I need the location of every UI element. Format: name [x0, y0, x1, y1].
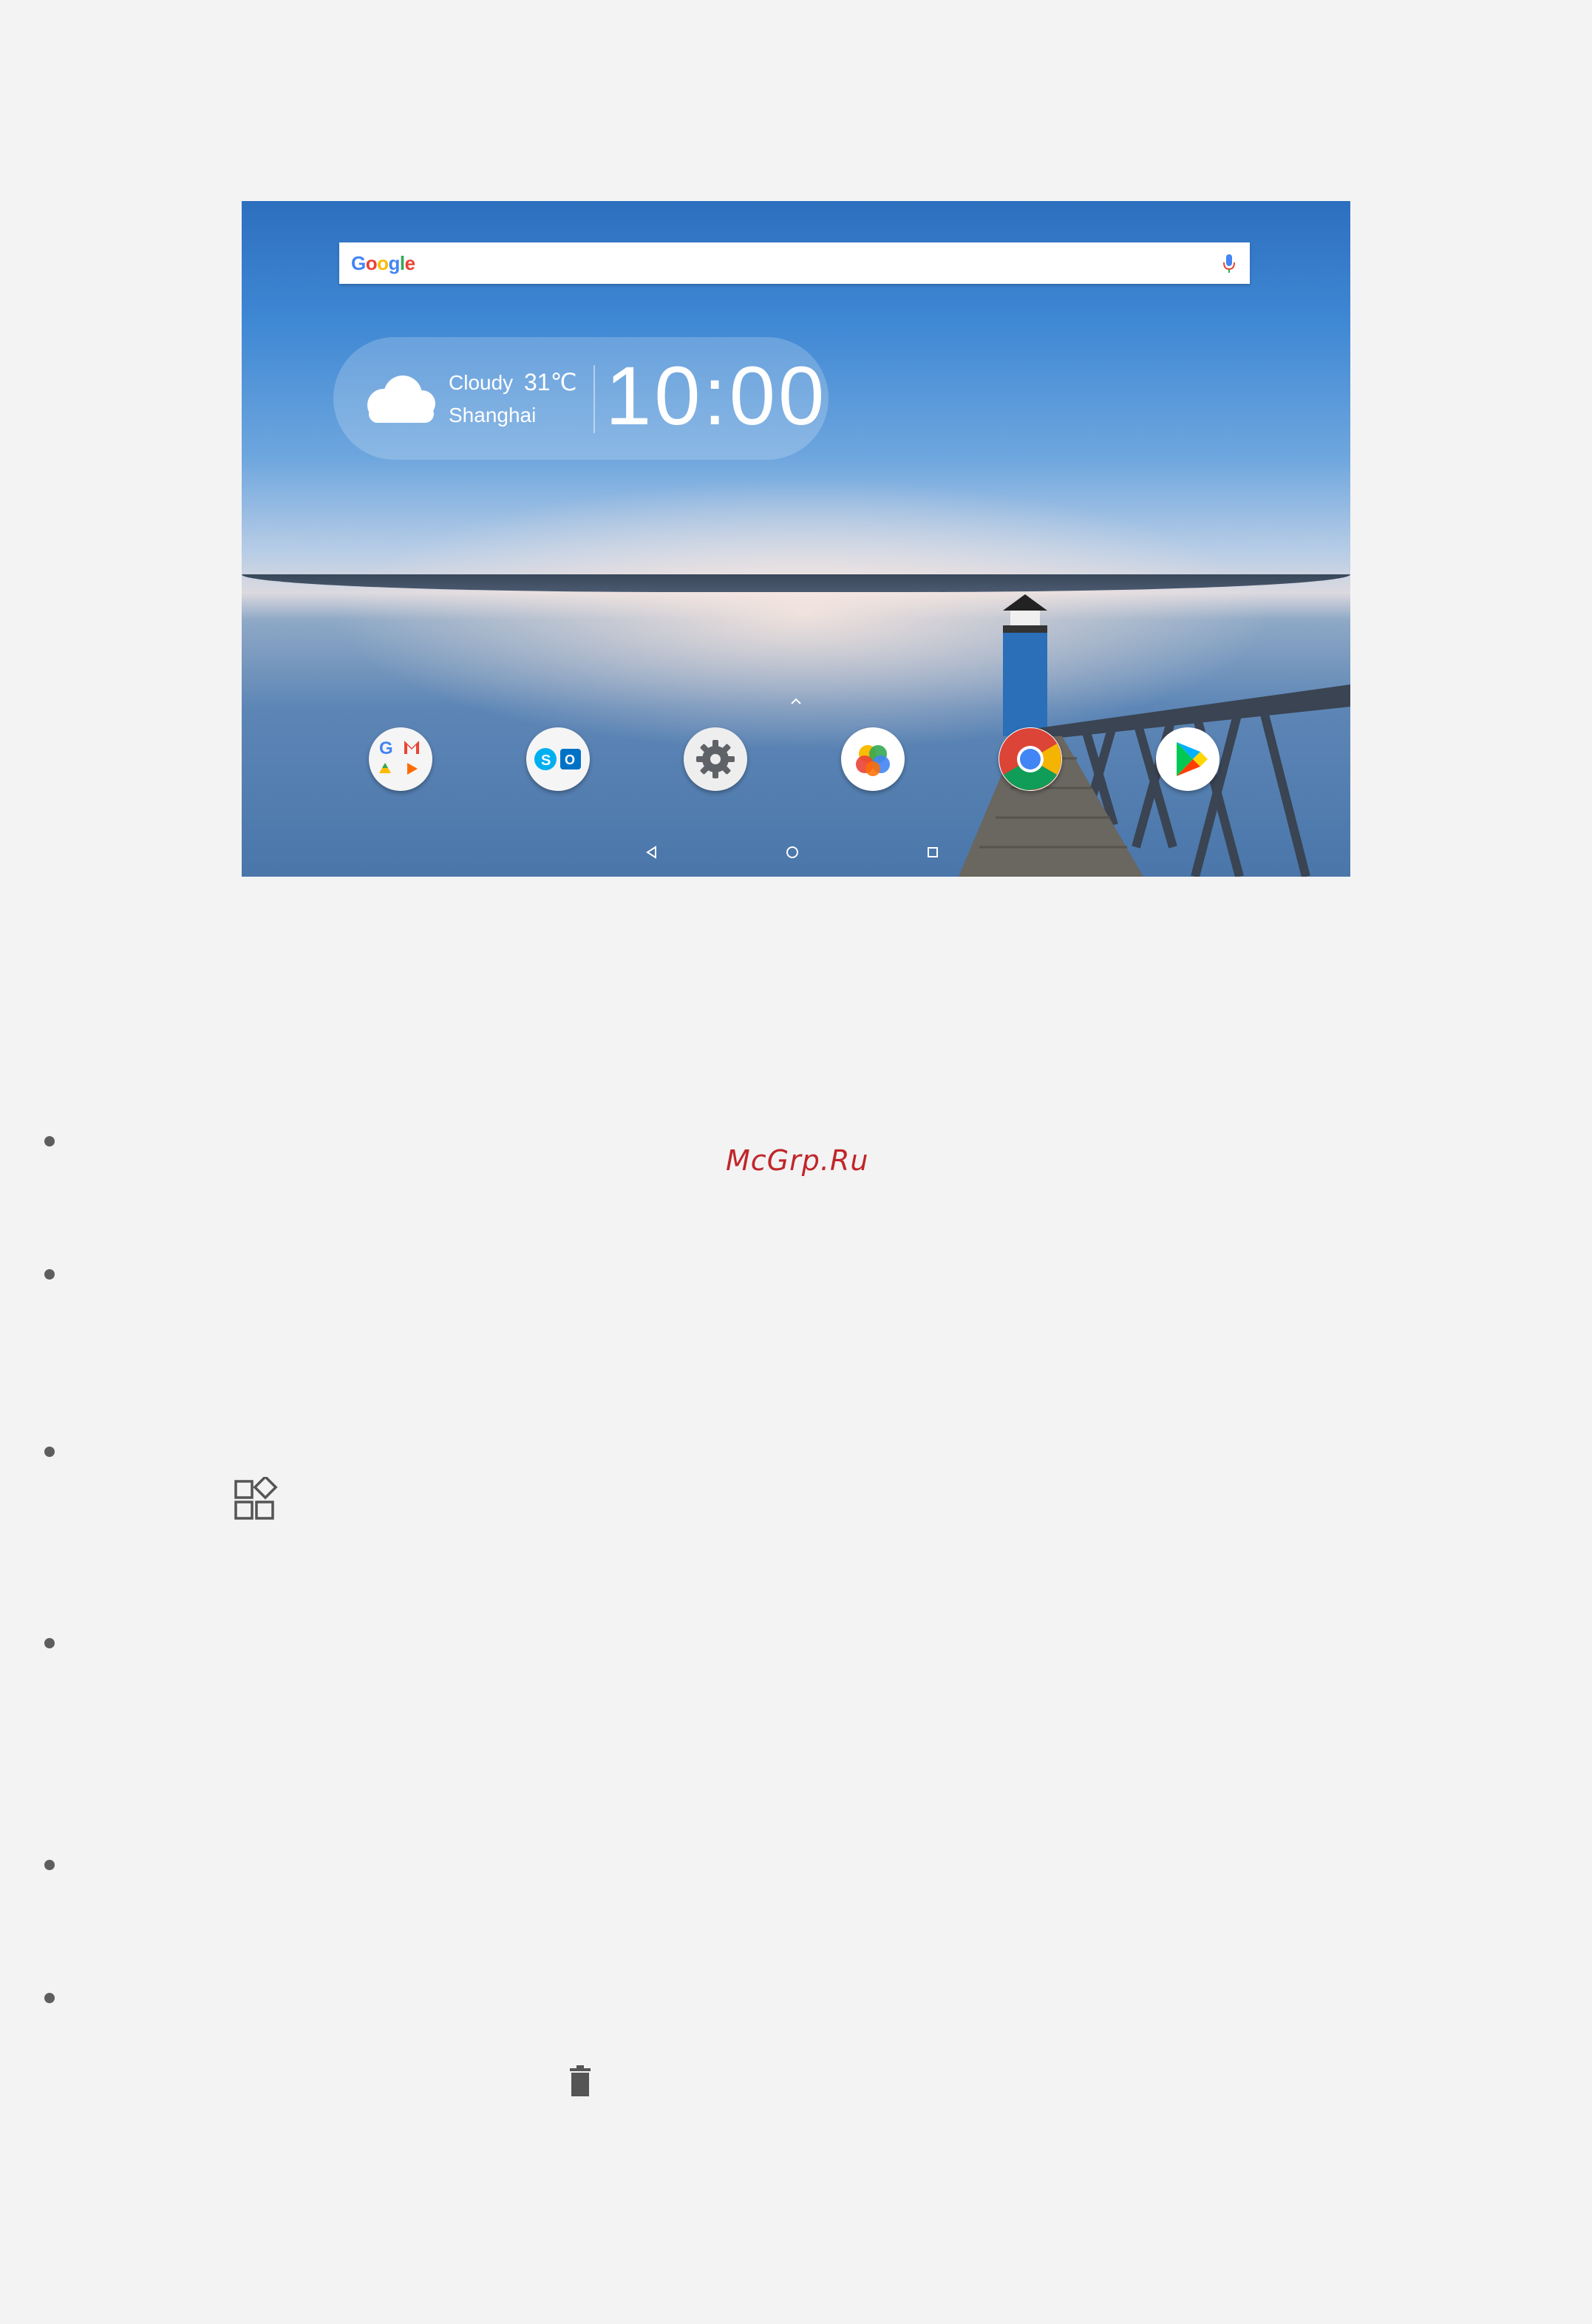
weather-condition: Cloudy: [449, 371, 514, 394]
watermark-text: McGrp.Ru: [726, 1144, 869, 1177]
bullet-2: [44, 1269, 55, 1280]
widget-divider: [593, 365, 595, 433]
home-button[interactable]: [784, 844, 800, 860]
weather-city: Shanghai: [449, 404, 537, 427]
svg-text:G: G: [379, 738, 393, 758]
pier-and-lighthouse: [959, 594, 1350, 877]
tablet-home-screen-screenshot: Google Cloudy 31℃ Shanghai 10:00 G S O: [242, 201, 1350, 877]
bullet-5: [44, 1860, 55, 1870]
skype-outlook-folder-icon[interactable]: S O: [526, 727, 590, 791]
svg-text:S: S: [541, 752, 551, 769]
chrome-icon[interactable]: [999, 727, 1062, 791]
trash-icon: [570, 2065, 591, 2096]
cloud-icon: [367, 376, 435, 423]
weather-clock-widget[interactable]: Cloudy 31℃ Shanghai 10:00: [333, 337, 829, 460]
bullet-6: [44, 1993, 55, 2003]
recents-button[interactable]: [925, 844, 941, 860]
svg-text:O: O: [565, 752, 575, 767]
widgets-icon: [234, 1477, 278, 1520]
clock-time: 10:00: [605, 350, 828, 442]
google-apps-folder-icon[interactable]: G: [369, 727, 432, 791]
google-logo: Google: [351, 252, 415, 274]
gallery-icon[interactable]: [841, 727, 905, 791]
app-drawer-caret-icon[interactable]: [789, 696, 803, 707]
weather-temperature: 31℃: [524, 369, 577, 395]
bullet-1: [44, 1136, 55, 1146]
settings-icon[interactable]: [684, 727, 747, 791]
bullet-4: [44, 1638, 55, 1648]
play-store-icon[interactable]: [1156, 727, 1219, 791]
back-button[interactable]: [644, 844, 660, 860]
bullet-3: [44, 1447, 55, 1457]
google-search-bar[interactable]: Google: [339, 242, 1250, 284]
microphone-icon[interactable]: [1222, 253, 1236, 275]
